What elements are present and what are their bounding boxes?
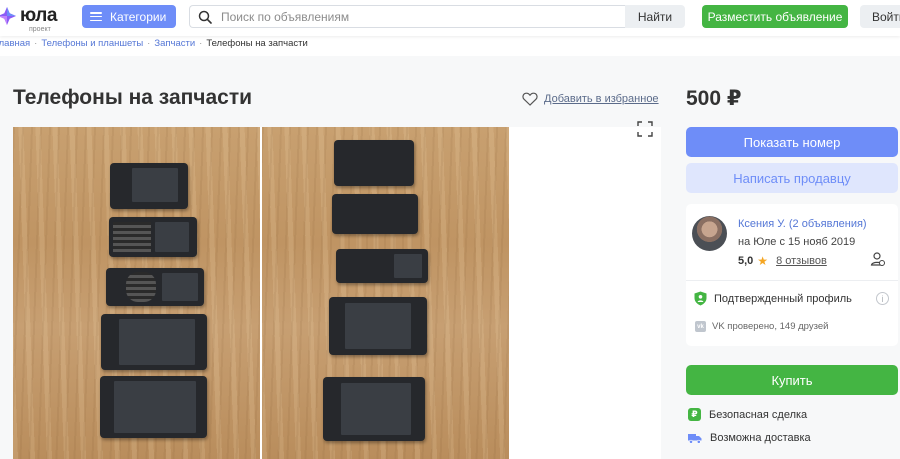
breadcrumb-home[interactable]: Главная bbox=[0, 38, 30, 49]
heart-icon bbox=[522, 92, 538, 106]
logo-text: юла bbox=[20, 5, 57, 26]
truck-icon bbox=[688, 433, 702, 444]
ruble-icon: ₽ bbox=[688, 408, 701, 421]
safe-deal-label: Безопасная сделка bbox=[709, 408, 808, 421]
fullscreen-icon[interactable] bbox=[637, 121, 653, 137]
price: 500 ₽ bbox=[686, 87, 742, 110]
find-button[interactable]: Найти bbox=[625, 5, 685, 28]
categories-button[interactable]: Категории bbox=[82, 5, 176, 28]
categories-label: Категории bbox=[110, 9, 167, 24]
logo-subtitle: проект bbox=[29, 26, 51, 33]
vk-text: VK проверено, 149 друзей bbox=[712, 321, 829, 332]
avatar[interactable] bbox=[692, 216, 727, 251]
buy-button[interactable]: Купить bbox=[686, 365, 898, 395]
seller-card: Ксения У. (2 объявления) на Юле с 15 ноя… bbox=[686, 204, 898, 346]
search-input[interactable] bbox=[221, 9, 601, 24]
seller-name-link[interactable]: Ксения У. (2 объявления) bbox=[738, 218, 867, 230]
search-icon bbox=[198, 10, 212, 24]
star-icon: ★ bbox=[757, 254, 769, 268]
verified-label: Подтвержденный профиль bbox=[714, 292, 852, 305]
logo[interactable]: юла проект bbox=[0, 3, 68, 33]
favorite-label: Добавить в избранное bbox=[544, 93, 659, 105]
menu-icon bbox=[90, 12, 102, 21]
card-divider bbox=[686, 280, 898, 281]
info-icon[interactable]: i bbox=[876, 292, 889, 305]
seller-since: на Юле с 15 нояб 2019 bbox=[738, 236, 856, 248]
breadcrumb: Главная·Телефоны и планшеты·Запчасти·Тел… bbox=[0, 38, 308, 49]
top-header: юла проект Категории Найти Разместить об… bbox=[0, 0, 900, 36]
verified-profile: Подтвержденный профиль bbox=[694, 291, 852, 306]
page-title: Телефоны на запчасти bbox=[13, 86, 253, 109]
safe-deal-feature[interactable]: ₽ Безопасная сделка bbox=[688, 408, 807, 421]
listing-photo-2[interactable] bbox=[262, 127, 509, 459]
reviews-link[interactable]: 8 отзывов bbox=[776, 255, 827, 267]
breadcrumb-phones-tablets[interactable]: Телефоны и планшеты bbox=[41, 38, 143, 49]
listing-photo-1[interactable] bbox=[13, 127, 260, 459]
logo-star-icon bbox=[0, 7, 16, 25]
rating-value: 5,0 bbox=[738, 255, 754, 267]
vk-verification: vk VK проверено, 149 друзей bbox=[695, 321, 828, 332]
photo-gallery bbox=[13, 127, 661, 459]
vk-icon: vk bbox=[695, 321, 706, 332]
delivery-label: Возможна доставка bbox=[710, 432, 811, 444]
subscribe-icon[interactable] bbox=[869, 251, 885, 267]
seller-rating: 5,0 ★ 8 отзывов bbox=[738, 254, 827, 268]
breadcrumb-parts[interactable]: Запчасти bbox=[154, 38, 195, 49]
show-number-button[interactable]: Показать номер bbox=[686, 127, 898, 157]
login-button[interactable]: Войти bbox=[860, 5, 900, 28]
breadcrumb-current: Телефоны на запчасти bbox=[206, 38, 308, 49]
shield-check-icon bbox=[694, 291, 707, 306]
search-box bbox=[189, 5, 625, 28]
delivery-feature[interactable]: Возможна доставка bbox=[688, 432, 811, 444]
add-to-favorites-link[interactable]: Добавить в избранное bbox=[522, 92, 659, 106]
write-seller-button[interactable]: Написать продавцу bbox=[686, 163, 898, 193]
post-ad-button[interactable]: Разместить объявление bbox=[702, 5, 848, 28]
